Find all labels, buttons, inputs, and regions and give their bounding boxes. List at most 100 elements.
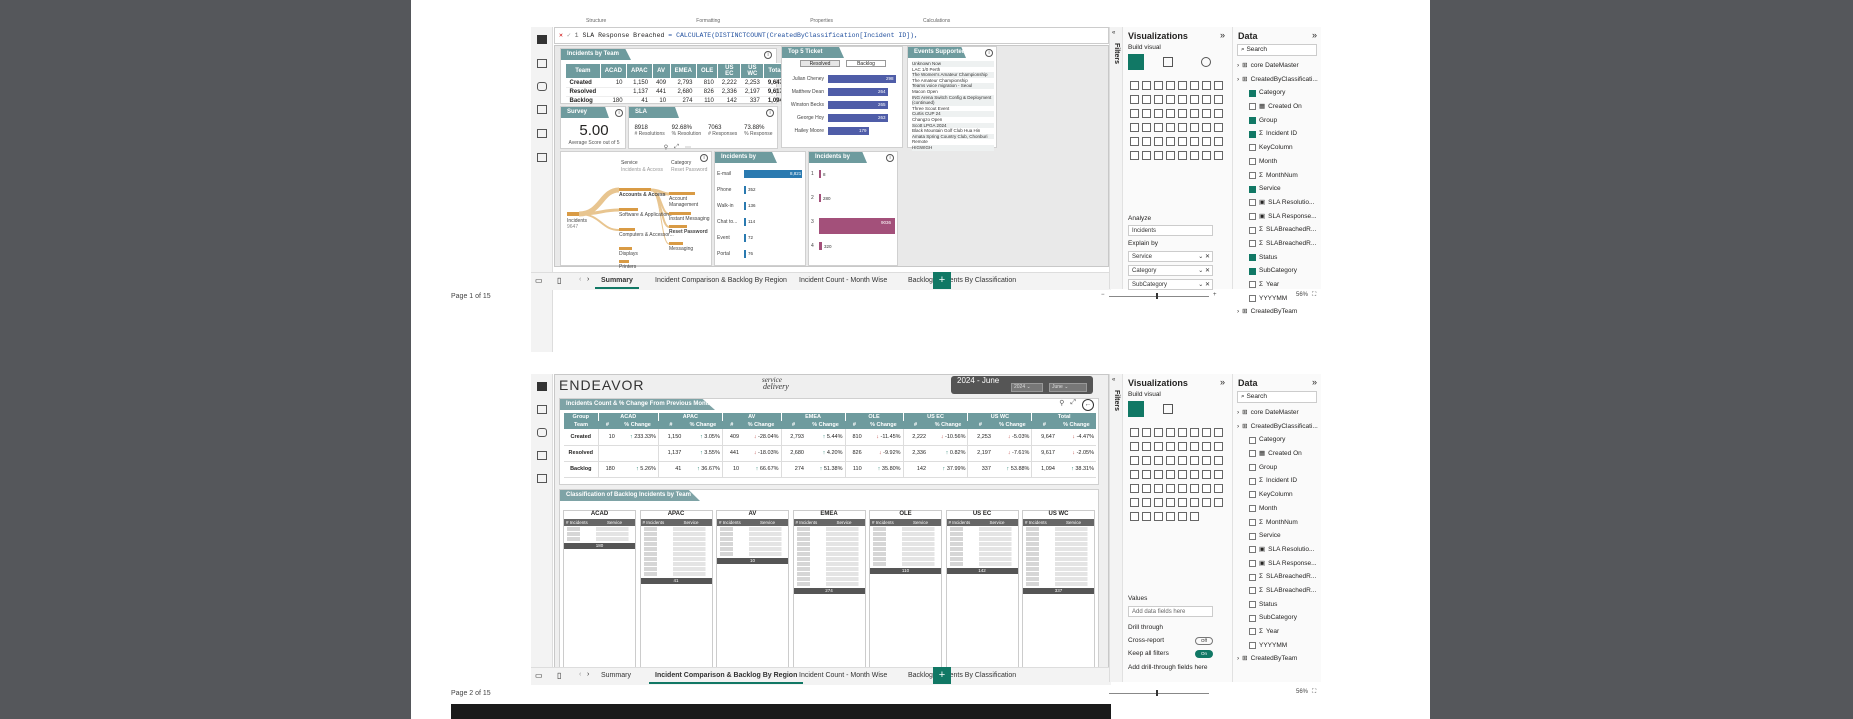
- team-backlog-table[interactable]: US WC # Incidents Service 337: [1022, 510, 1095, 668]
- info-icon[interactable]: i: [886, 154, 894, 162]
- add-page-button[interactable]: +: [933, 667, 951, 684]
- data-field[interactable]: › ⊞ CreatedByTeam: [1237, 305, 1321, 319]
- visual-type-icon[interactable]: [1153, 469, 1163, 479]
- category-bar[interactable]: [669, 192, 695, 195]
- service-node[interactable]: Displays: [619, 251, 638, 257]
- data-field[interactable]: Σ MonthNum: [1237, 169, 1321, 183]
- visual-type-icon[interactable]: [1165, 427, 1175, 437]
- visual-type-icon[interactable]: [1189, 497, 1199, 507]
- visual-type-icon[interactable]: [1141, 441, 1151, 451]
- service-node[interactable]: Accounts & Access: [619, 192, 666, 198]
- visual-type-icon[interactable]: [1189, 94, 1199, 104]
- survey-response-card[interactable]: Survey Response i 5.00 Average Score out…: [560, 106, 626, 149]
- page-tab[interactable]: Summary: [595, 273, 639, 289]
- data-field[interactable]: › ⊞ CreatedByClassificati...: [1237, 420, 1321, 434]
- zoom-slider-track[interactable]: [1109, 296, 1209, 297]
- data-field[interactable]: › ⊞ core DateMaster: [1237, 406, 1321, 420]
- data-field[interactable]: › ⊞ CreatedByClassificati...: [1237, 73, 1321, 87]
- visual-type-icon[interactable]: [1165, 469, 1175, 479]
- info-icon[interactable]: i: [764, 51, 772, 59]
- format-visual-icon[interactable]: [1163, 404, 1173, 414]
- data-field[interactable]: KeyColumn: [1237, 141, 1321, 155]
- table-view-icon[interactable]: [537, 59, 547, 68]
- visual-type-icon[interactable]: [1189, 469, 1199, 479]
- field-checkbox[interactable]: [1249, 253, 1256, 261]
- mobile-view-icon[interactable]: ▯: [557, 276, 561, 285]
- visual-type-icon[interactable]: [1129, 441, 1139, 451]
- visual-type-icon[interactable]: [1165, 136, 1175, 146]
- visual-type-icon[interactable]: [1165, 455, 1175, 465]
- chevron-right-icon[interactable]: ›: [1237, 652, 1239, 666]
- report-view-icon[interactable]: [537, 35, 547, 44]
- info-icon[interactable]: i: [985, 49, 993, 57]
- field-checkbox[interactable]: [1249, 185, 1256, 193]
- visual-type-icon[interactable]: [1213, 108, 1223, 118]
- field-checkbox[interactable]: [1249, 600, 1256, 608]
- category-node[interactable]: Messaging: [669, 246, 693, 252]
- next-page-icon[interactable]: ›: [587, 276, 589, 283]
- add-drill-label[interactable]: Add drill-through fields here: [1128, 664, 1208, 671]
- visual-type-icon[interactable]: [1129, 94, 1139, 104]
- visual-type-icon[interactable]: [1177, 469, 1187, 479]
- data-field[interactable]: Σ Incident ID: [1237, 474, 1321, 488]
- remove-field-icon[interactable]: ⌄ ✕: [1198, 252, 1210, 262]
- filter-icon[interactable]: ⚲: [1059, 399, 1064, 411]
- field-checkbox[interactable]: [1249, 532, 1256, 540]
- dax-query-icon[interactable]: [537, 105, 547, 114]
- source-bar[interactable]: [744, 250, 746, 258]
- visual-type-icon[interactable]: [1189, 150, 1199, 160]
- visual-type-icon[interactable]: [1213, 122, 1223, 132]
- prev-page-icon[interactable]: ‹: [579, 276, 581, 283]
- field-checkbox[interactable]: [1249, 158, 1256, 166]
- page-tab[interactable]: Summary: [595, 668, 637, 684]
- visual-type-icon[interactable]: [1129, 455, 1139, 465]
- tree-root-bar[interactable]: [567, 212, 579, 216]
- data-field[interactable]: Category: [1237, 433, 1321, 447]
- visual-type-icon[interactable]: [1189, 511, 1199, 521]
- desktop-view-icon[interactable]: ▭: [535, 276, 543, 285]
- data-field[interactable]: SubCategory: [1237, 611, 1321, 625]
- resolved-toggle-button[interactable]: Resolved: [800, 60, 840, 67]
- visual-type-icon[interactable]: [1213, 483, 1223, 493]
- chevron-right-icon[interactable]: ›: [1237, 73, 1239, 87]
- visual-type-icon[interactable]: [1153, 108, 1163, 118]
- visual-type-icon[interactable]: [1189, 483, 1199, 493]
- visual-type-icon[interactable]: [1153, 427, 1163, 437]
- visual-type-icon[interactable]: [1213, 441, 1223, 451]
- category-node[interactable]: Account Management: [669, 196, 711, 208]
- zoom-in-icon[interactable]: +: [1213, 292, 1217, 298]
- visual-type-icon[interactable]: [1153, 483, 1163, 493]
- field-checkbox[interactable]: [1249, 130, 1256, 138]
- visual-type-icon[interactable]: [1129, 469, 1139, 479]
- visual-type-icon[interactable]: [1141, 80, 1151, 90]
- model-view-icon[interactable]: [537, 82, 547, 91]
- visual-type-icon[interactable]: [1189, 122, 1199, 132]
- page-tab[interactable]: Incident Comparison & Backlog By Region: [649, 668, 804, 684]
- data-field[interactable]: Σ SLABreachedR...: [1237, 570, 1321, 584]
- field-checkbox[interactable]: [1249, 267, 1256, 275]
- priority-bar[interactable]: [819, 242, 822, 250]
- values-well[interactable]: Add data fields here: [1128, 606, 1213, 617]
- visual-type-icon[interactable]: [1165, 497, 1175, 507]
- field-checkbox[interactable]: [1249, 212, 1256, 220]
- field-checkbox[interactable]: [1249, 103, 1256, 111]
- service-bar[interactable]: [619, 188, 651, 191]
- visual-type-icon[interactable]: [1201, 94, 1211, 104]
- visual-type-icon[interactable]: [1213, 497, 1223, 507]
- data-field[interactable]: Group: [1237, 461, 1321, 475]
- field-checkbox[interactable]: [1249, 628, 1256, 636]
- visual-type-icon[interactable]: [1189, 441, 1199, 451]
- data-field[interactable]: Σ SLABreachedR...: [1237, 584, 1321, 598]
- visual-type-icon[interactable]: [1129, 122, 1139, 132]
- period-slicer[interactable]: 2024 - June 2024 ⌄ June ⌄: [951, 376, 1093, 394]
- visual-type-icon[interactable]: [1141, 455, 1151, 465]
- team-backlog-table[interactable]: US EC # Incidents Service 142: [945, 510, 1019, 668]
- data-field[interactable]: Month: [1237, 502, 1321, 516]
- visual-type-icon[interactable]: [1213, 455, 1223, 465]
- data-field[interactable]: Σ MonthNum: [1237, 516, 1321, 530]
- visual-type-icon[interactable]: [1141, 483, 1151, 493]
- ribbon-calculations[interactable]: Calculations: [923, 18, 950, 25]
- table-view-icon[interactable]: [537, 405, 547, 414]
- service-bar[interactable]: [619, 260, 629, 263]
- sla-adherence-visual[interactable]: SLA Adherence i 8918 # Resolutions 92.68%%…: [628, 106, 778, 149]
